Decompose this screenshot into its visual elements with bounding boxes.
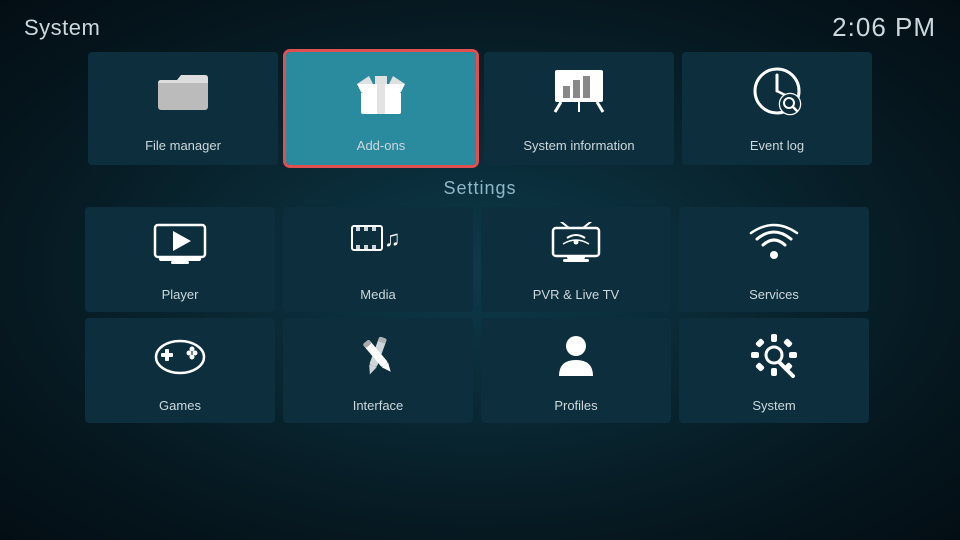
games-label: Games	[159, 398, 201, 413]
settings-row-1: Player ♫	[85, 207, 875, 312]
services-label: Services	[749, 287, 799, 302]
services-icon	[679, 207, 869, 281]
file-manager-icon	[88, 52, 278, 130]
interface-icon	[283, 318, 473, 392]
system-icon	[679, 318, 869, 392]
pvr-label: PVR & Live TV	[533, 287, 619, 302]
add-ons-label: Add-ons	[357, 138, 405, 153]
tile-add-ons[interactable]: Add-ons	[286, 52, 476, 165]
settings-section: Settings Player	[0, 178, 960, 423]
system-label: System	[752, 398, 795, 413]
player-icon	[85, 207, 275, 281]
tile-pvr-live-tv[interactable]: PVR & Live TV	[481, 207, 671, 312]
svg-text:♫: ♫	[384, 226, 401, 251]
tile-system-information[interactable]: System information	[484, 52, 674, 165]
settings-grid: Player ♫	[0, 207, 960, 423]
player-label: Player	[162, 287, 199, 302]
tile-services[interactable]: Services	[679, 207, 869, 312]
tile-player[interactable]: Player	[85, 207, 275, 312]
games-icon	[85, 318, 275, 392]
event-log-icon	[682, 52, 872, 130]
system-information-label: System information	[523, 138, 634, 153]
system-information-icon	[484, 52, 674, 130]
tile-event-log[interactable]: Event log	[682, 52, 872, 165]
tile-interface[interactable]: Interface	[283, 318, 473, 423]
app-title: System	[24, 15, 100, 41]
header: System 2:06 PM	[0, 0, 960, 55]
settings-label: Settings	[0, 178, 960, 199]
file-manager-label: File manager	[145, 138, 221, 153]
pvr-icon	[481, 207, 671, 281]
tile-media[interactable]: ♫ Media	[283, 207, 473, 312]
add-ons-icon	[286, 52, 476, 130]
profiles-icon	[481, 318, 671, 392]
tile-file-manager[interactable]: File manager	[88, 52, 278, 165]
interface-label: Interface	[353, 398, 404, 413]
profiles-label: Profiles	[554, 398, 597, 413]
event-log-label: Event log	[750, 138, 804, 153]
media-icon: ♫	[283, 207, 473, 281]
media-label: Media	[360, 287, 395, 302]
tile-games[interactable]: Games	[85, 318, 275, 423]
clock: 2:06 PM	[832, 12, 936, 43]
tile-profiles[interactable]: Profiles	[481, 318, 671, 423]
settings-row-2: Games	[85, 318, 875, 423]
tile-system[interactable]: System	[679, 318, 869, 423]
top-row: File manager Add-ons	[0, 52, 960, 165]
